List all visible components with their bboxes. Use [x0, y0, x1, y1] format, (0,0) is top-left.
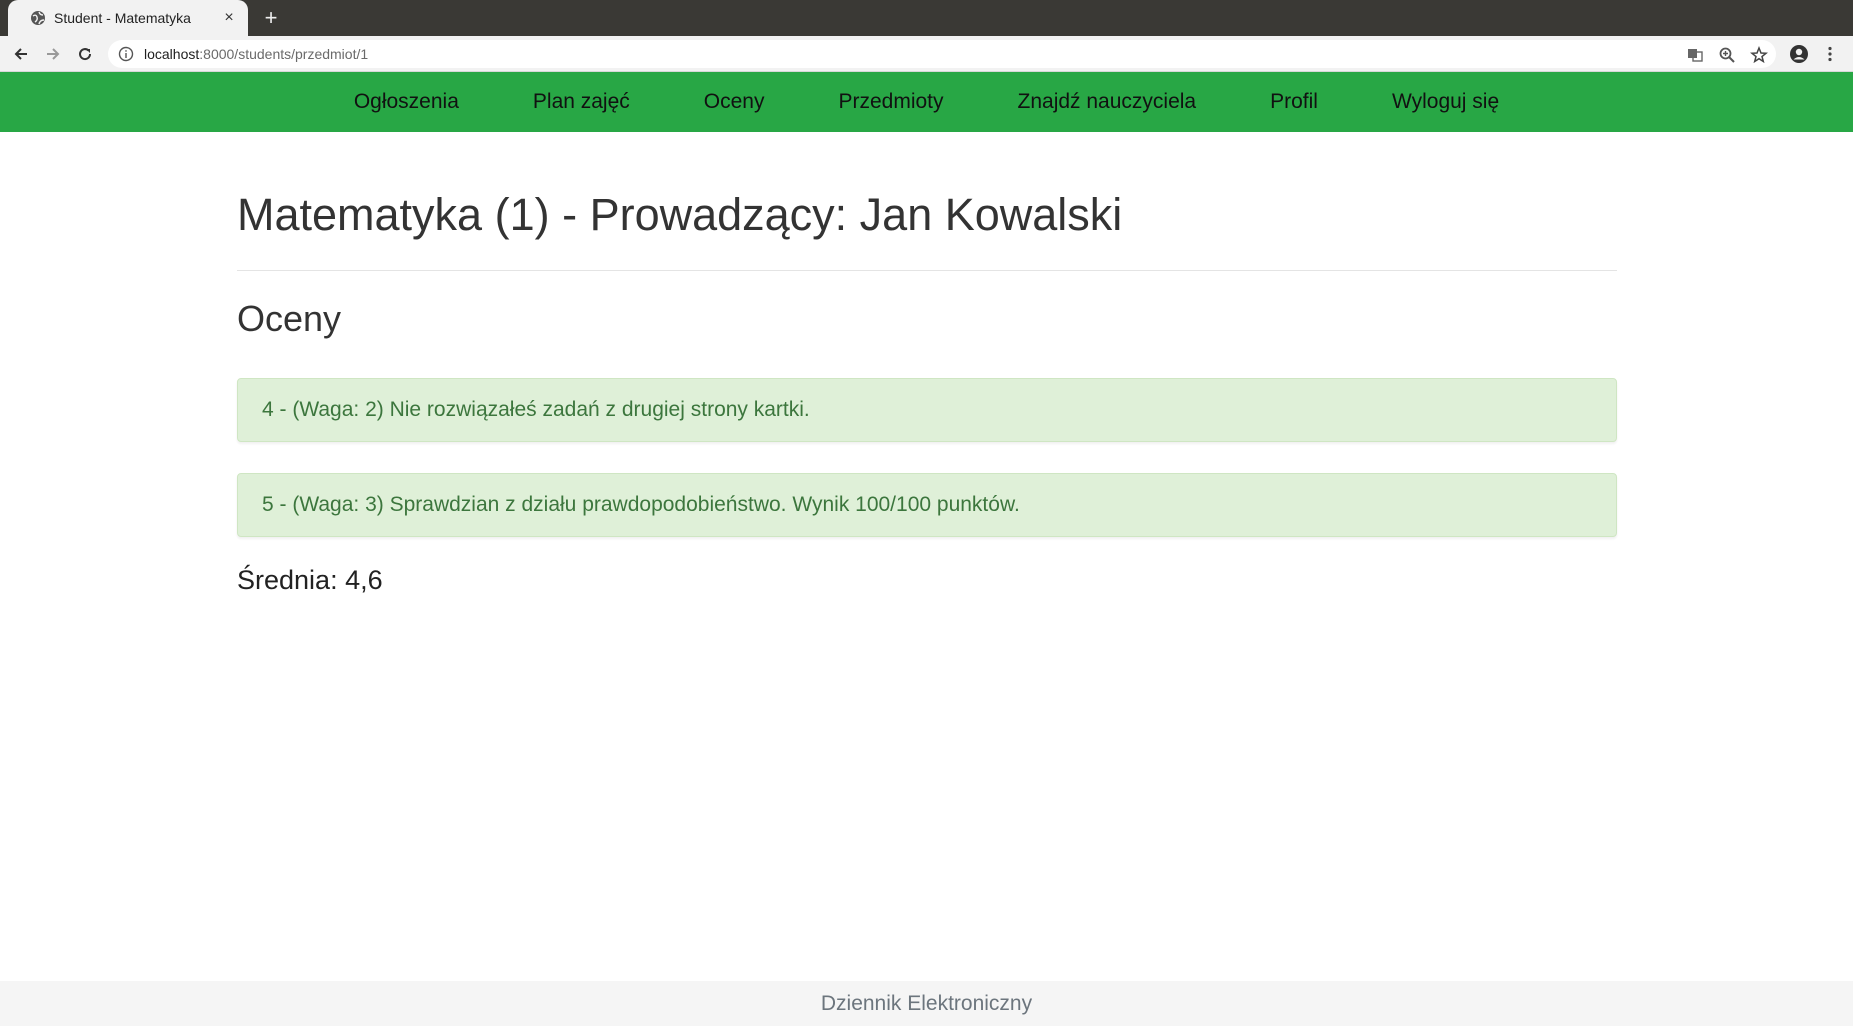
- main-content: Matematyka (1) - Prowadzący: Jan Kowalsk…: [237, 132, 1617, 596]
- new-tab-button[interactable]: +: [258, 5, 284, 31]
- back-button[interactable]: [9, 42, 33, 66]
- tab-title: Student - Matematyka: [54, 10, 191, 26]
- account-icon: [1790, 45, 1808, 63]
- close-tab-icon[interactable]: ×: [220, 9, 238, 27]
- arrow-left-icon: [14, 48, 27, 60]
- profile-button[interactable]: [1787, 42, 1811, 66]
- browser-tab[interactable]: Student - Matematyka ×: [8, 0, 248, 36]
- grade-average: Średnia: 4,6: [237, 565, 383, 596]
- footer-text: Dziennik Elektroniczny: [820, 992, 1033, 1015]
- reload-icon: [79, 48, 92, 61]
- grade-item: 5 - (Waga: 3) Sprawdzian z działu prawdo…: [237, 473, 1617, 538]
- info-icon[interactable]: [118, 46, 134, 62]
- footer: Dziennik Elektroniczny: [0, 981, 1853, 1026]
- nav-item-grades[interactable]: Oceny: [667, 72, 802, 132]
- browser-tabbar: Student - Matematyka × +: [0, 0, 1853, 36]
- globe-icon: [31, 11, 45, 25]
- kebab-menu-icon: [1828, 46, 1832, 62]
- arrow-right-icon: [47, 48, 60, 60]
- address-bar[interactable]: localhost:8000/students/przedmiot/1: [108, 40, 1776, 68]
- nav-item-logout[interactable]: Wyloguj się: [1355, 72, 1536, 132]
- url-text: localhost:8000/students/przedmiot/1: [144, 46, 368, 62]
- nav-item-subjects[interactable]: Przedmioty: [801, 72, 980, 132]
- url-path: :8000/students/przedmiot/1: [199, 46, 369, 62]
- grade-text: 4 - (Waga: 2) Nie rozwiązałeś zadań z dr…: [262, 398, 810, 422]
- nav-item-announcements[interactable]: Ogłoszenia: [317, 72, 496, 132]
- url-host: localhost: [144, 46, 200, 62]
- title-divider: [237, 269, 1617, 271]
- forward-button[interactable]: [41, 42, 65, 66]
- translate-icon[interactable]: [1686, 46, 1704, 64]
- nav-item-schedule[interactable]: Plan zajęć: [496, 72, 667, 132]
- nav-item-find-teacher[interactable]: Znajdź nauczyciela: [981, 72, 1234, 132]
- main-navbar: Ogłoszenia Plan zajęć Oceny Przedmioty Z…: [0, 72, 1853, 132]
- star-icon[interactable]: [1750, 46, 1768, 64]
- nav-item-profile[interactable]: Profil: [1233, 72, 1355, 132]
- reload-button[interactable]: [73, 42, 97, 66]
- grade-item: 4 - (Waga: 2) Nie rozwiązałeś zadań z dr…: [237, 378, 1617, 443]
- browser-toolbar: localhost:8000/students/przedmiot/1: [0, 36, 1853, 72]
- page-title: Matematyka (1) - Prowadzący: Jan Kowalsk…: [237, 189, 1123, 240]
- menu-button[interactable]: [1818, 42, 1842, 66]
- zoom-icon[interactable]: [1718, 46, 1736, 64]
- grade-text: 5 - (Waga: 3) Sprawdzian z działu prawdo…: [262, 493, 1020, 517]
- grades-heading: Oceny: [237, 297, 342, 339]
